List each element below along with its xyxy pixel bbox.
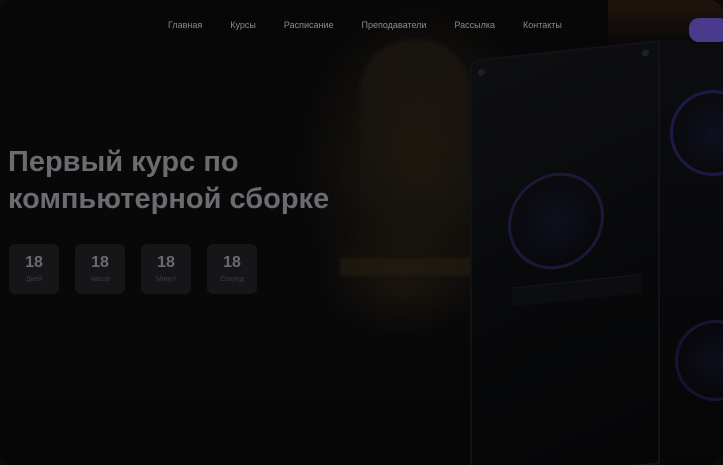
countdown-timer: 18 Дней 18 Часов 18 Минут 18 Секунд (9, 244, 257, 294)
main-nav: Главная Курсы Расписание Преподаватели Р… (168, 20, 562, 30)
countdown-unit: Дней (25, 276, 43, 283)
countdown-days: 18 Дней (9, 244, 59, 294)
landing-page: Главная Курсы Расписание Преподаватели Р… (0, 0, 723, 465)
nav-item-contacts[interactable]: Контакты (523, 20, 562, 30)
countdown-value: 18 (223, 254, 241, 271)
countdown-unit: Минут (155, 276, 177, 283)
header-cta-button[interactable] (689, 18, 723, 42)
countdown-unit: Часов (90, 276, 110, 283)
nav-item-schedule[interactable]: Расписание (284, 20, 334, 30)
dark-overlay (0, 0, 723, 465)
hero-title: Первый курс по компьютерной сборке (8, 146, 330, 215)
nav-item-newsletter[interactable]: Рассылка (454, 20, 495, 30)
countdown-unit: Секунд (220, 276, 244, 283)
countdown-value: 18 (91, 254, 109, 271)
countdown-value: 18 (25, 254, 43, 271)
countdown-seconds: 18 Секунд (207, 244, 257, 294)
countdown-value: 18 (157, 254, 175, 271)
nav-item-home[interactable]: Главная (168, 20, 202, 30)
countdown-minutes: 18 Минут (141, 244, 191, 294)
nav-item-courses[interactable]: Курсы (230, 20, 256, 30)
countdown-hours: 18 Часов (75, 244, 125, 294)
nav-item-teachers[interactable]: Преподаватели (362, 20, 427, 30)
